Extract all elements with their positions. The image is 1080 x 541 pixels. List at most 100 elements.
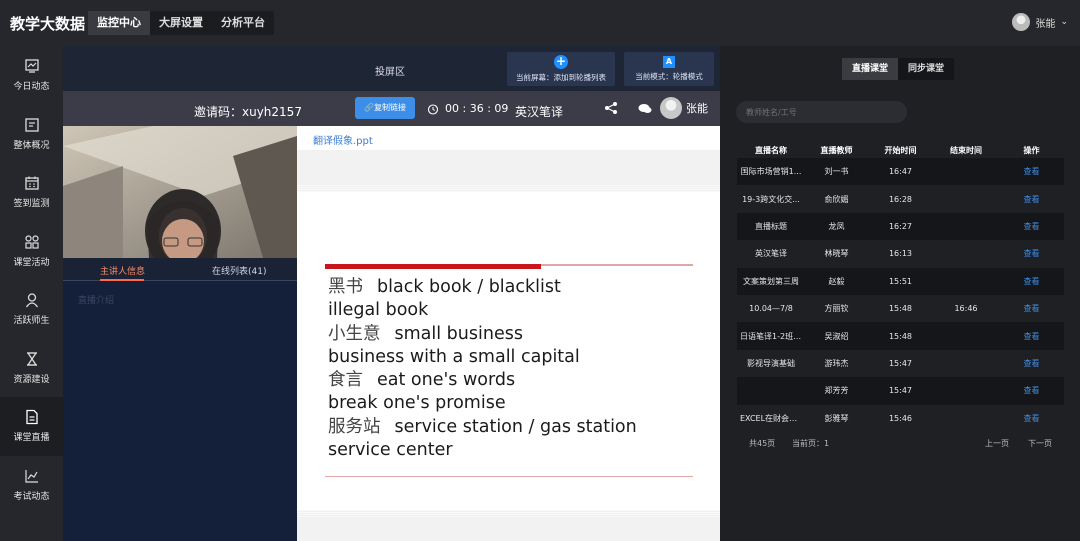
mode-icon: A (663, 56, 675, 68)
view-link[interactable]: 查看 (999, 322, 1064, 350)
table-row: 影视导演基础 游玮杰 15:47 查看 (737, 350, 1064, 377)
view-link[interactable]: 查看 (999, 267, 1064, 295)
projection-header: 投屏区 + 当前屏幕：添加到轮播列表 A 当前模式：轮播模式 (63, 46, 720, 91)
nav-tab-analysis[interactable]: 分析平台 (212, 11, 274, 35)
start-time: 15:51 (868, 267, 933, 295)
table-row: 国际市场营销1... 刘一书 16:47 查看 (737, 158, 1064, 186)
document-icon (25, 410, 38, 425)
start-time: 16:13 (888, 249, 913, 259)
user-name: 张能 (1035, 18, 1056, 30)
live-name: 日语笔译1-2班 ... (737, 322, 805, 350)
sidebar-item-exams[interactable]: 考试动态 (0, 456, 63, 515)
next-page-button[interactable]: 下一页 (1028, 438, 1052, 449)
table-row: 日语笔译1-2班 ... 吴淑绍 15:48 查看 (737, 322, 1064, 350)
prev-page-button[interactable]: 上一页 (985, 438, 1009, 449)
table-row: 10.04—7/8 方丽钦 15:48 16:46 查看 (737, 295, 1064, 322)
slide-line: 服务站 service station / gas station (328, 416, 637, 439)
chat-icon[interactable] (638, 103, 652, 115)
end-time (933, 212, 999, 241)
slide-line-zh: 黑书 (328, 277, 363, 297)
column-header: 直播教师 (820, 146, 853, 155)
course-name: 英汉笔译 (515, 105, 564, 119)
slide-line: illegal book (328, 299, 637, 322)
sidebar-item-label: 资源建设 (13, 374, 50, 385)
view-link[interactable]: 查看 (999, 240, 1064, 267)
live-name: 影视导演基础 (747, 358, 795, 368)
tab-presenter-info[interactable]: 主讲人信息 (100, 264, 145, 277)
invite-code: 邀请码：xuyh2157 (194, 105, 302, 119)
view-link[interactable]: 查看 (999, 212, 1064, 241)
session-bar: 邀请码：xuyh2157 🔗复制链接 00 : 36 : 09 英汉笔译 张能 (63, 91, 720, 126)
start-time: 16:27 (868, 212, 933, 241)
slide-line-zh: 食言 (328, 370, 363, 391)
document-filename[interactable]: 翻译假象.ppt (313, 132, 373, 147)
host-name: 张能 (686, 102, 708, 115)
live-teacher: 龙凤 (805, 212, 868, 241)
hourglass-icon (26, 352, 37, 366)
start-time: 15:47 (888, 358, 913, 368)
slide-line-en: business with a small capital (328, 346, 580, 367)
clock-icon (427, 103, 439, 115)
add-to-carousel-button[interactable]: + 当前屏幕：添加到轮播列表 (507, 52, 615, 86)
sidebar-item-label: 活跃师生 (13, 316, 50, 327)
user-menu[interactable]: 张能 ⌄ (1012, 13, 1068, 31)
live-teacher: 刘一书 (805, 158, 868, 186)
view-link[interactable]: 查看 (999, 405, 1064, 432)
live-name: 英汉笔译 (755, 249, 787, 259)
live-teacher: 林晓琴 (824, 249, 849, 259)
end-time (933, 350, 999, 377)
live-teacher: 游玮杰 (824, 358, 849, 368)
tab-online-list[interactable]: 在线列表(41) (212, 264, 266, 277)
view-link[interactable]: 查看 (999, 377, 1064, 405)
avatar (1012, 13, 1031, 31)
sidebar-item-label: 课堂直播 (13, 433, 50, 444)
sidebar-item-live[interactable]: 课堂直播 (0, 397, 63, 456)
sidebar-item-checkin[interactable]: 签到监测 (0, 163, 63, 222)
live-name: EXCEL在财会中... (740, 413, 805, 423)
pagination: 共45页 当前页：1 上一页 下一页 (737, 432, 1064, 452)
end-time (933, 158, 999, 186)
live-table: 直播名称 直播教师 开始时间 结束时间 操作 国际市场营销1... 刘一书 16:4… (737, 143, 1064, 432)
video-preview[interactable] (63, 126, 297, 258)
nav-tab-screen-settings[interactable]: 大屏设置 (150, 11, 212, 35)
sidebar-item-today[interactable]: 今日动态 (0, 46, 63, 105)
column-header: 直播名称 (755, 146, 787, 155)
slide-accent-bar (325, 264, 541, 269)
live-teacher: 方丽钦 (824, 304, 849, 314)
nav-tab-monitor[interactable]: 监控中心 (88, 11, 150, 35)
live-teacher: 俞欣媚 (824, 194, 849, 204)
sidebar-item-overview[interactable]: 整体概况 (0, 105, 63, 164)
end-time (933, 322, 999, 350)
person-icon (25, 293, 38, 308)
sidebar-item-resources[interactable]: 资源建设 (0, 339, 63, 398)
table-header: 直播名称 直播教师 开始时间 结束时间 操作 (737, 143, 1064, 158)
avatar (660, 97, 682, 119)
add-to-carousel-label: 当前屏幕：添加到轮播列表 (516, 73, 606, 82)
sidebar-item-label: 考试动态 (13, 491, 50, 502)
copy-link-button[interactable]: 🔗复制链接 (355, 97, 415, 119)
top-bar: 教学大数据 监控中心 大屏设置 分析平台 张能 ⌄ (0, 0, 1080, 46)
carousel-mode-button[interactable]: A 当前模式：轮播模式 (624, 52, 714, 86)
copy-link-label: 复制链接 (373, 103, 406, 112)
view-link[interactable]: 查看 (999, 158, 1064, 186)
teacher-search-input[interactable] (736, 101, 907, 123)
sidebar-item-label: 整体概况 (13, 140, 50, 151)
slide-line: break one's promise (328, 392, 637, 415)
end-time (933, 267, 999, 295)
slide-line: 小生意 small business (328, 323, 637, 346)
view-link[interactable]: 查看 (999, 350, 1064, 377)
live-name: 国际市场营销1... (737, 158, 805, 186)
live-name (737, 377, 805, 405)
presenter-tabs: 主讲人信息 在线列表(41) (63, 258, 297, 281)
end-time (933, 185, 999, 212)
session-timer: 00 : 36 : 09 (427, 102, 508, 115)
sidebar-item-active-users[interactable]: 活跃师生 (0, 280, 63, 339)
view-link[interactable]: 查看 (999, 295, 1064, 322)
tab-sync-class[interactable]: 同步课堂 (898, 58, 954, 80)
view-link[interactable]: 查看 (999, 185, 1064, 212)
slide-line-en: service center (328, 440, 453, 461)
tab-live-class[interactable]: 直播课堂 (842, 58, 899, 80)
share-icon[interactable] (604, 101, 618, 115)
sidebar-item-activity[interactable]: 课堂活动 (0, 222, 63, 281)
live-name: 文案策划第三周 (737, 267, 805, 295)
